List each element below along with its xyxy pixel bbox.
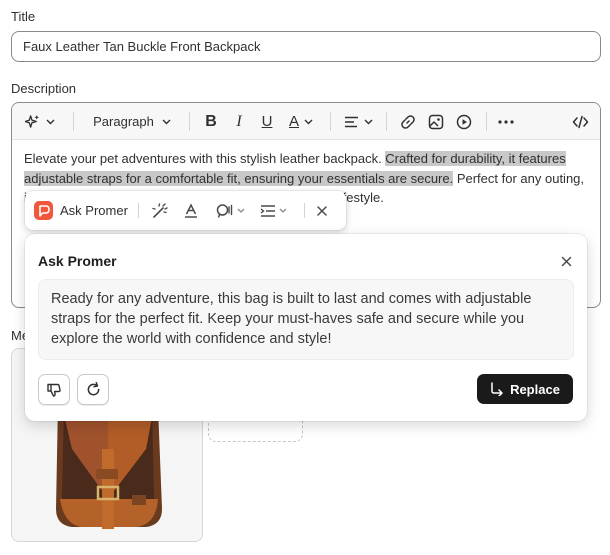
toolbar-divider bbox=[73, 112, 74, 131]
toolbar-divider bbox=[330, 112, 331, 131]
length-button[interactable] bbox=[260, 191, 287, 230]
magic-wand-icon bbox=[152, 202, 168, 218]
toolbar-divider bbox=[486, 112, 487, 131]
underline-button[interactable]: U bbox=[256, 103, 278, 140]
ask-promer-panel: Ask Promer Ready for any adventure, this… bbox=[25, 234, 587, 421]
chevron-down-icon bbox=[364, 119, 372, 124]
description-text-before: Elevate your pet adventures with this st… bbox=[24, 151, 386, 166]
title-value: Faux Leather Tan Buckle Front Backpack bbox=[23, 39, 261, 54]
magic-menu-button[interactable] bbox=[20, 103, 60, 140]
text-color-button[interactable]: A bbox=[284, 103, 318, 140]
title-input[interactable]: Faux Leather Tan Buckle Front Backpack bbox=[11, 31, 601, 62]
chevron-down-icon bbox=[279, 208, 287, 213]
ask-toolbar-close-button[interactable] bbox=[316, 191, 328, 230]
more-button[interactable] bbox=[496, 103, 516, 140]
chevron-down-icon bbox=[46, 119, 55, 124]
title-label: Title bbox=[11, 9, 36, 24]
promer-logo-icon bbox=[34, 201, 53, 220]
block-format-select[interactable]: Paragraph bbox=[87, 103, 177, 140]
chevron-down-icon bbox=[237, 208, 245, 213]
play-icon bbox=[456, 114, 472, 129]
chevron-down-icon bbox=[304, 119, 313, 124]
text-style-button[interactable] bbox=[183, 191, 199, 230]
bold-button[interactable]: B bbox=[200, 103, 222, 140]
panel-title: Ask Promer bbox=[38, 253, 117, 269]
editor-toolbar: Paragraph B I U A bbox=[12, 103, 600, 140]
close-icon bbox=[317, 205, 327, 216]
magic-wand-button[interactable] bbox=[152, 191, 168, 230]
description-label: Description bbox=[11, 81, 77, 96]
toolbar-divider bbox=[138, 203, 139, 218]
text-style-icon bbox=[185, 202, 197, 218]
bold-icon: B bbox=[205, 112, 217, 130]
ask-promer-toolbar: Ask Promer bbox=[25, 191, 346, 230]
refresh-icon bbox=[87, 382, 99, 396]
underline-icon: U bbox=[261, 113, 273, 130]
block-format-label: Paragraph bbox=[93, 114, 154, 129]
toolbar-divider bbox=[189, 112, 190, 131]
link-icon bbox=[401, 114, 415, 129]
replace-button[interactable]: Replace bbox=[477, 374, 573, 404]
panel-close-button[interactable] bbox=[557, 252, 575, 270]
code-icon bbox=[572, 115, 588, 128]
toolbar-divider bbox=[386, 112, 387, 131]
chevron-down-icon bbox=[162, 119, 171, 124]
close-icon bbox=[561, 256, 571, 266]
italic-icon: I bbox=[236, 112, 242, 130]
media-dropzone[interactable] bbox=[208, 420, 303, 442]
video-button[interactable] bbox=[454, 103, 474, 140]
code-view-button[interactable] bbox=[569, 103, 591, 140]
ai-response-text: Ready for any adventure, this bag is bui… bbox=[38, 279, 574, 360]
align-left-icon bbox=[344, 116, 358, 127]
replace-label: Replace bbox=[510, 381, 560, 397]
link-button[interactable] bbox=[398, 103, 418, 140]
speech-tone-icon bbox=[216, 203, 233, 218]
dislike-button[interactable] bbox=[38, 374, 70, 405]
sparkle-icon bbox=[25, 114, 40, 128]
image-icon bbox=[428, 114, 444, 129]
replace-arrow-icon bbox=[491, 382, 503, 396]
regenerate-button[interactable] bbox=[77, 374, 109, 405]
more-icon bbox=[498, 119, 514, 124]
text-length-icon bbox=[260, 204, 275, 217]
toolbar-divider bbox=[304, 203, 305, 218]
align-button[interactable] bbox=[342, 103, 374, 140]
italic-button[interactable]: I bbox=[228, 103, 250, 140]
image-button[interactable] bbox=[426, 103, 446, 140]
thumbs-down-icon bbox=[47, 383, 61, 397]
text-color-icon: A bbox=[288, 113, 299, 130]
tone-button[interactable] bbox=[216, 191, 245, 230]
ask-promer-name: Ask Promer bbox=[60, 203, 128, 218]
